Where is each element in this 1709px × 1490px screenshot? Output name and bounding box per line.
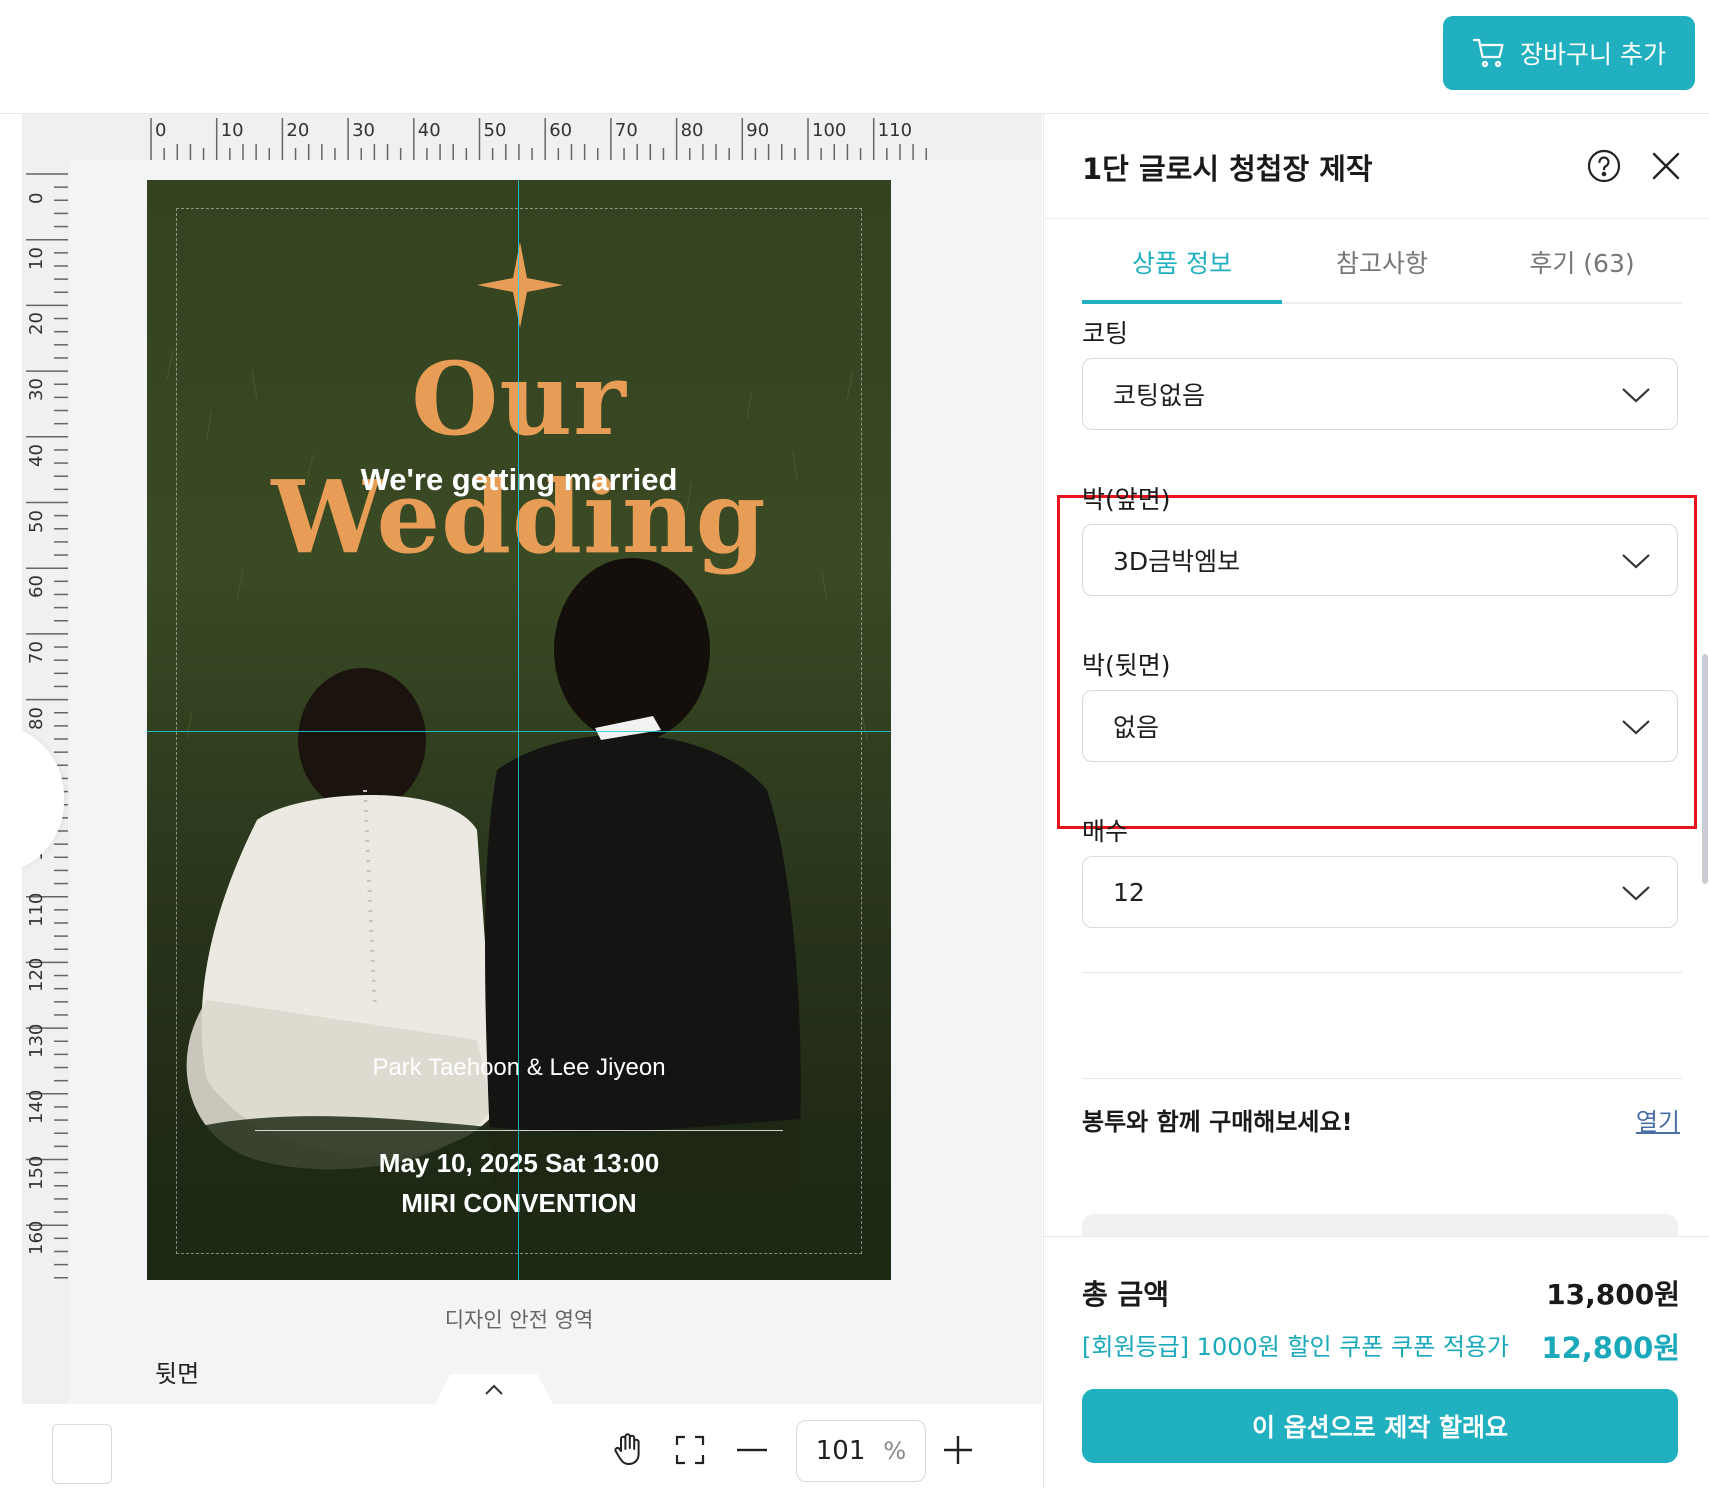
zoom-unit: % xyxy=(883,1437,907,1465)
ruler-label: 20 xyxy=(26,312,47,336)
ruler-label: 40 xyxy=(417,120,441,141)
ruler-label: 70 xyxy=(614,120,638,141)
ruler-label: 60 xyxy=(26,575,47,599)
chevron-down-icon xyxy=(1622,720,1650,735)
coupon-label: [회원등급] 1000원 할인 쿠폰 쿠폰 적용가 xyxy=(1082,1333,1510,1361)
back-side-label[interactable]: 뒷면 xyxy=(155,1354,199,1389)
bottom-toolbar: 101 % xyxy=(22,1404,1042,1489)
foil-front-value: 3D금박엠보 xyxy=(1113,547,1241,576)
panel-header: 1단 글로시 청첩장 제작 xyxy=(1044,114,1709,219)
help-icon[interactable] xyxy=(1586,148,1622,184)
ruler-label: 0 xyxy=(155,120,167,141)
envelope-open-link[interactable]: 열기 xyxy=(1636,1102,1680,1137)
quantity-select[interactable]: 12 xyxy=(1082,856,1678,928)
ruler-label: 50 xyxy=(26,509,47,533)
ruler-label: 160 xyxy=(26,1220,47,1256)
couple-names: Park Taehoon & Lee Jiyeon xyxy=(372,1054,666,1081)
ruler-label: 140 xyxy=(26,1089,47,1124)
total-label: 총 금액 xyxy=(1082,1278,1170,1311)
safe-area-caption: 디자인 안전 영역 xyxy=(444,1308,594,1332)
collapse-pages-tab[interactable] xyxy=(434,1374,554,1404)
zoom-out-icon xyxy=(737,1448,767,1452)
chevron-down-icon xyxy=(1622,554,1650,569)
panel-tabs: 상품 정보 참고사항 후기 (63) xyxy=(1082,238,1682,304)
card-subtitle: We're getting married xyxy=(360,462,678,497)
chevron-down-icon xyxy=(1622,388,1650,403)
section-divider xyxy=(1082,972,1682,973)
event-date: May 10, 2025 Sat 13:00 xyxy=(378,1148,660,1178)
vertical-center-guide xyxy=(518,180,519,1280)
foil-front-label: 박(앞면) xyxy=(1082,485,1171,514)
make-with-options-button[interactable]: 이 옵션으로 제작 할래요 xyxy=(1082,1389,1678,1463)
ruler-label: 110 xyxy=(26,892,47,927)
event-venue: MIRI CONVENTION xyxy=(401,1188,637,1218)
panel-title: 1단 글로시 청첩장 제작 xyxy=(1082,152,1373,186)
zoom-out-button[interactable] xyxy=(724,1422,780,1478)
foil-back-value: 없음 xyxy=(1113,713,1160,742)
envelope-prompt: 봉투와 함께 구매해보세요! xyxy=(1082,1108,1353,1136)
top-bar: 장바구니 추가 xyxy=(0,0,1709,114)
foil-front-select[interactable]: 3D금박엠보 xyxy=(1082,524,1678,596)
zoom-in-icon xyxy=(944,1436,972,1464)
ruler-label: 90 xyxy=(746,120,770,141)
ruler-label: 120 xyxy=(26,958,47,993)
foil-back-label: 박(뒷면) xyxy=(1082,651,1171,680)
horizontal-center-guide xyxy=(147,731,891,732)
coating-value: 코팅없음 xyxy=(1113,381,1206,410)
card-divider xyxy=(255,1130,783,1131)
background-color-swatch[interactable] xyxy=(52,1424,112,1484)
sparkle-star-icon xyxy=(477,242,563,328)
cart-button-label: 장바구니 추가 xyxy=(1520,40,1666,69)
section-divider xyxy=(1082,1078,1682,1079)
tab-product-info[interactable]: 상품 정보 xyxy=(1082,238,1282,304)
ruler-label: 60 xyxy=(549,120,573,141)
quantity-label: 매수 xyxy=(1082,817,1129,846)
add-to-cart-button[interactable]: 장바구니 추가 xyxy=(1443,16,1695,90)
ruler-label: 70 xyxy=(26,640,47,664)
zoom-level-field[interactable]: 101 % xyxy=(796,1420,926,1482)
ruler-label: 30 xyxy=(26,378,47,402)
invitation-card[interactable]: Our Wedding We're getting married Park T… xyxy=(147,180,891,1280)
product-option-panel: 1단 글로시 청첩장 제작 상품 정보 참고사항 후기 (63) 코팅 코팅없음… xyxy=(1043,114,1709,1490)
ruler-label: 0 xyxy=(26,192,47,204)
quantity-value: 12 xyxy=(1113,877,1145,907)
zoom-in-button[interactable] xyxy=(930,1422,986,1478)
ruler-label: 50 xyxy=(483,120,507,141)
price-footer: 총 금액 13,800원 [회원등급] 1000원 할인 쿠폰 쿠폰 적용가 1… xyxy=(1044,1236,1709,1490)
fit-screen-button[interactable] xyxy=(662,1422,718,1478)
panel-scrollbar[interactable] xyxy=(1702,654,1708,884)
zoom-value: 101 xyxy=(815,1436,866,1466)
ruler-label: 10 xyxy=(220,120,244,141)
foil-back-select[interactable]: 없음 xyxy=(1082,690,1678,762)
tab-notes[interactable]: 참고사항 xyxy=(1282,238,1482,302)
ruler-label: 80 xyxy=(26,706,47,730)
ruler-label: 150 xyxy=(26,1155,47,1190)
ruler-label: 100 xyxy=(812,120,847,141)
ruler-label: 130 xyxy=(26,1023,47,1059)
ruler-label: 30 xyxy=(352,120,375,141)
cart-icon xyxy=(1472,38,1504,68)
horizontal-ruler: 0 10 20 30 40 50 60 70 80 90 100 110 xyxy=(147,114,1042,160)
chevron-up-icon xyxy=(485,1384,503,1395)
tab-reviews[interactable]: 후기 (63) xyxy=(1482,238,1682,302)
coating-label: 코팅 xyxy=(1082,319,1129,348)
hand-tool-button[interactable] xyxy=(600,1422,656,1478)
design-editor[interactable]: 0 10 20 30 40 50 60 70 80 90 100 110 0 10 20 30 40 50 60 7… xyxy=(22,114,1042,1404)
card-title: Our Wedding xyxy=(271,340,767,576)
ruler-label: 40 xyxy=(26,443,47,467)
total-price: 13,800원 xyxy=(1546,1278,1680,1311)
ruler-label: 110 xyxy=(877,120,913,141)
coupon-price: 12,800원 xyxy=(1541,1331,1680,1365)
coating-select[interactable]: 코팅없음 xyxy=(1082,358,1678,430)
ruler-label: 80 xyxy=(680,120,704,141)
chevron-down-icon xyxy=(1622,886,1650,901)
close-icon[interactable] xyxy=(1648,148,1684,184)
fit-screen-icon xyxy=(675,1435,705,1465)
ruler-label: 20 xyxy=(286,120,310,141)
hand-icon xyxy=(614,1433,640,1465)
ruler-label: 10 xyxy=(26,246,47,270)
